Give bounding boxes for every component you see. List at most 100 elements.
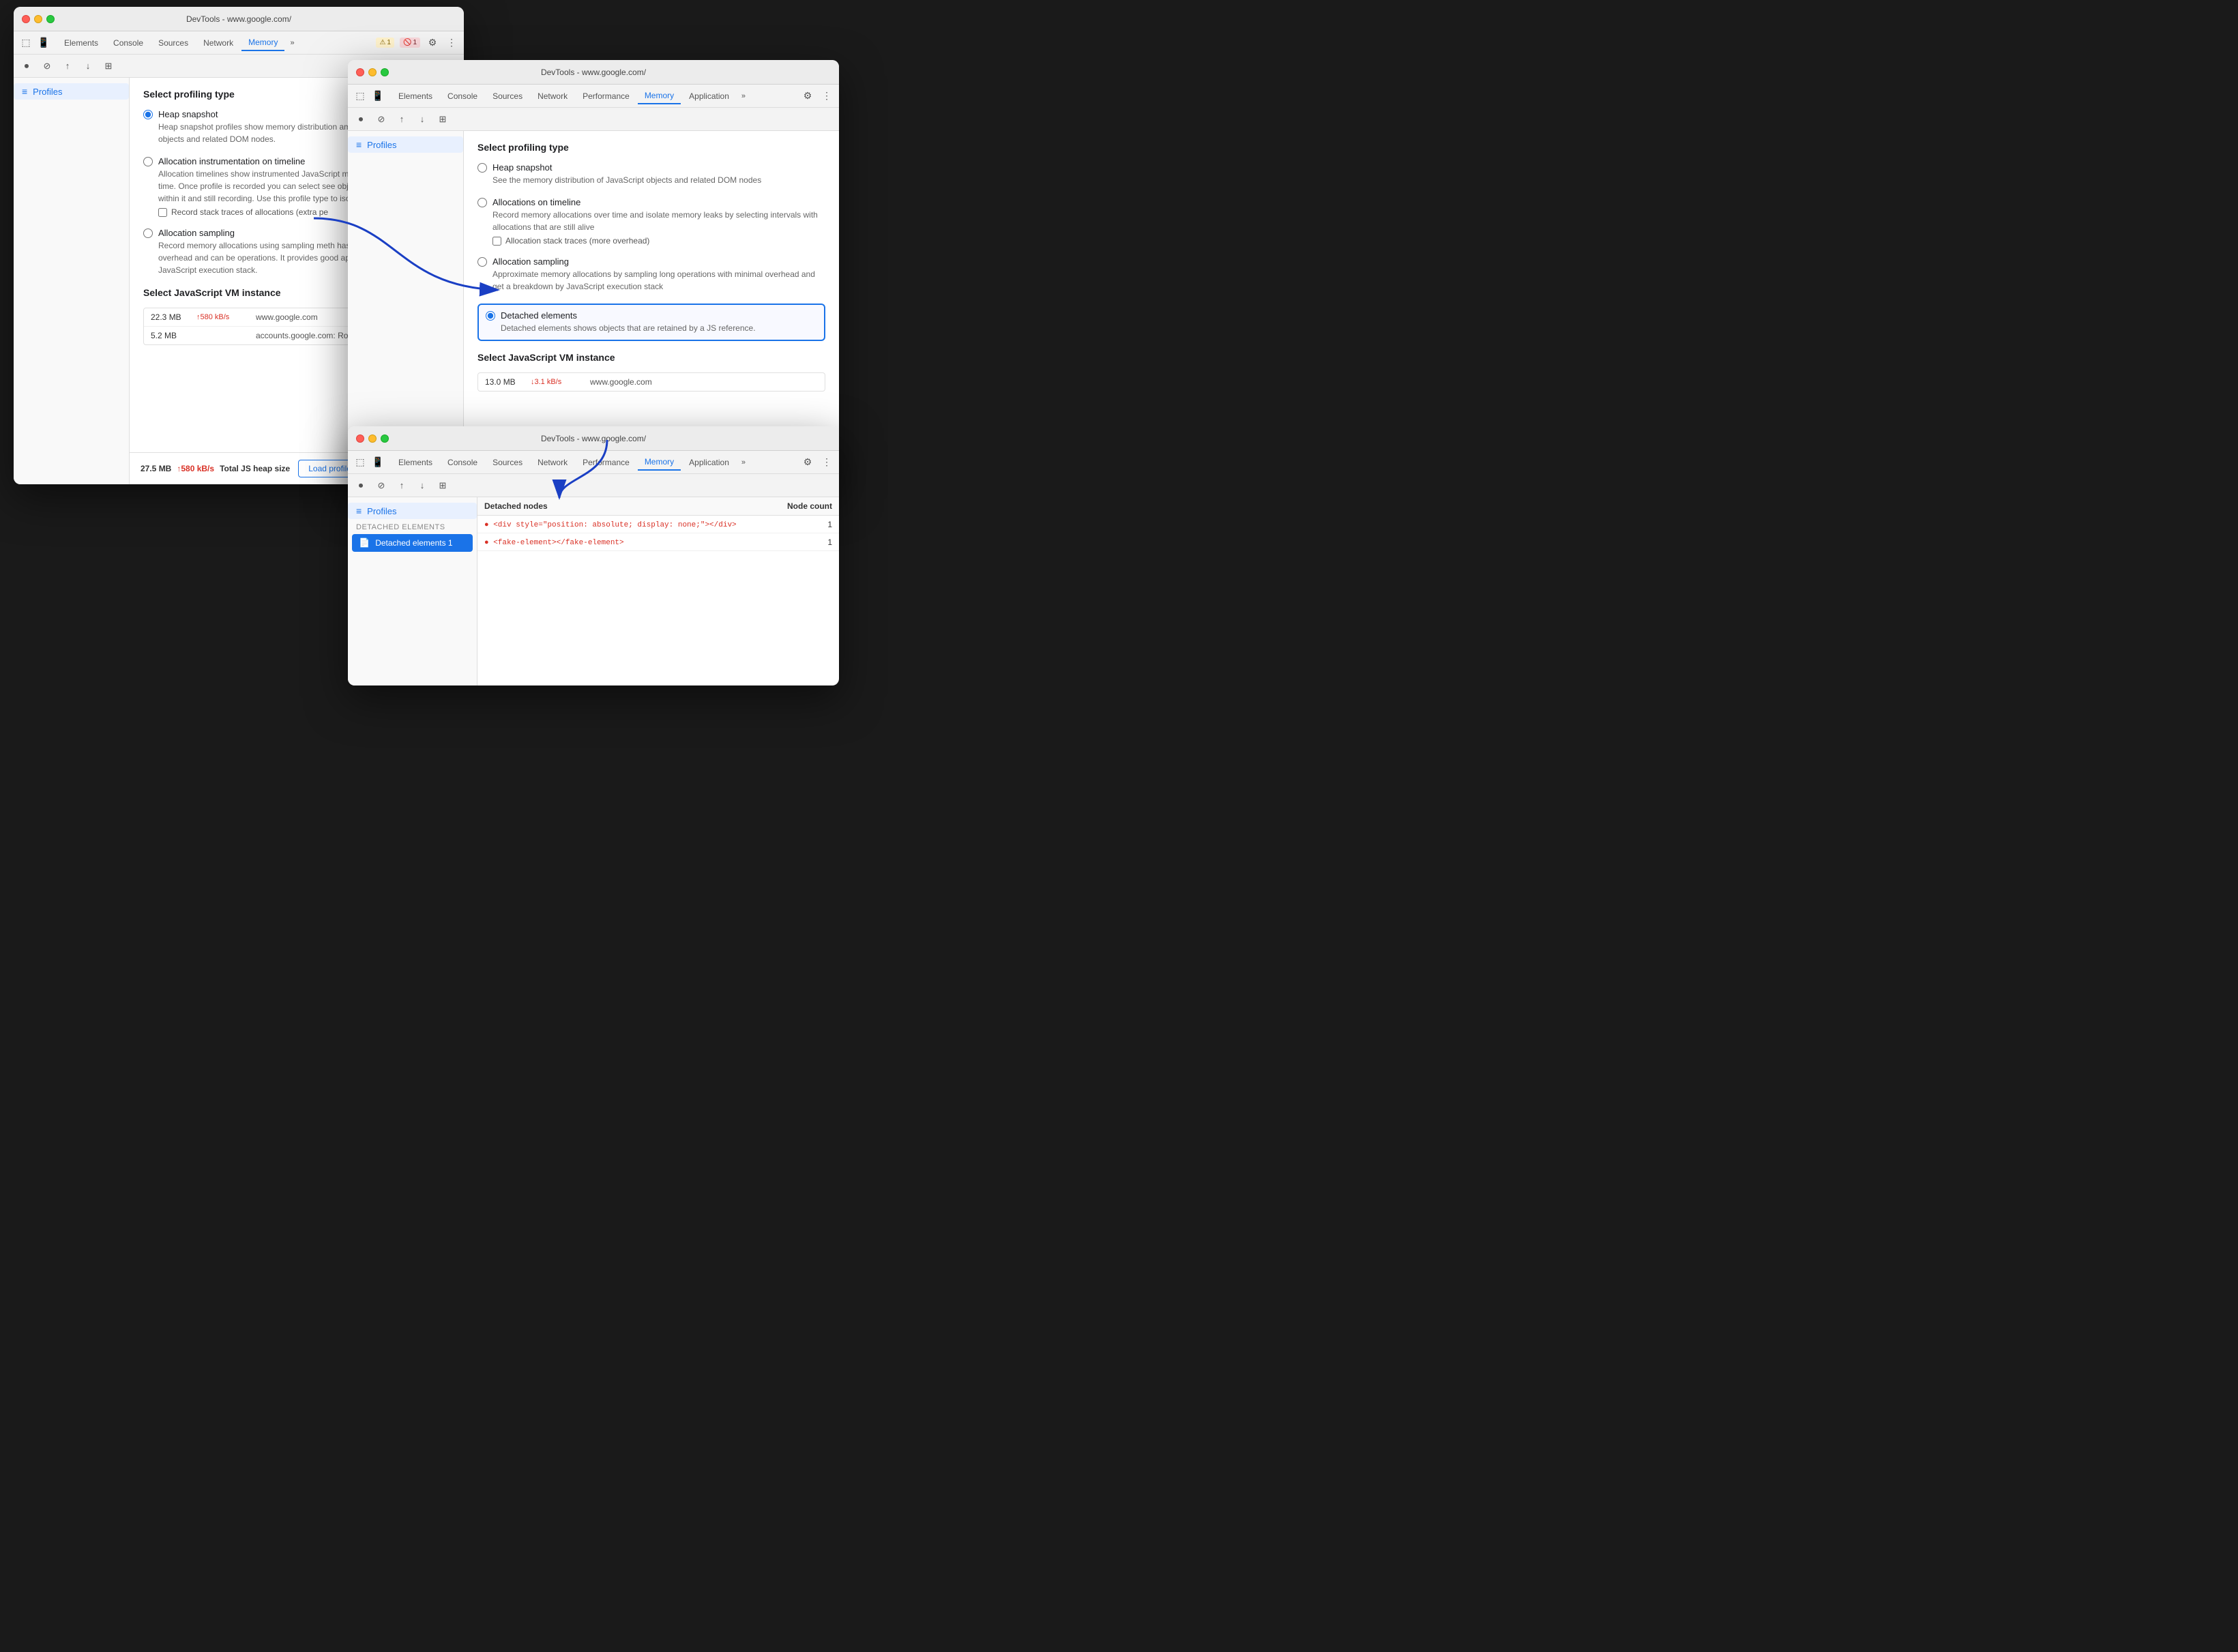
traffic-lights-3 <box>356 434 389 443</box>
more-icon-2[interactable]: ⋮ <box>820 89 834 103</box>
tab-sources-1[interactable]: Sources <box>151 35 195 50</box>
allocation-sampling-option-2[interactable]: Allocation sampling Approximate memory a… <box>477 256 825 293</box>
allocation-sampling-radio-2[interactable] <box>477 257 487 267</box>
settings-icon-2[interactable]: ⚙ <box>801 89 814 103</box>
download-icon-2[interactable]: ↓ <box>415 112 430 127</box>
stop-icon-3[interactable]: ⊘ <box>374 478 389 493</box>
sidebar-item-profiles-3[interactable]: ≡ Profiles <box>348 503 477 519</box>
tab-more-3[interactable]: » <box>737 456 750 469</box>
record-icon-3[interactable]: ⏺ <box>353 478 368 493</box>
sidebar-item-profiles-1[interactable]: ≡ Profiles <box>14 83 129 100</box>
window-title-3: DevTools - www.google.com/ <box>541 434 646 443</box>
upload-icon[interactable]: ↑ <box>60 59 75 74</box>
tab-console-1[interactable]: Console <box>106 35 150 50</box>
allocation-sampling-label-2[interactable]: Allocation sampling <box>477 256 825 267</box>
clear-icon-2[interactable]: ⊞ <box>435 112 450 127</box>
tab-bar-icons-2: ⬚ 📱 <box>353 89 385 103</box>
tab-elements-3[interactable]: Elements <box>392 455 439 470</box>
warning-badge-1: ⚠ 1 <box>376 38 394 48</box>
vm-row-2-0[interactable]: 13.0 MB ↓3.1 kB/s www.google.com <box>478 373 825 391</box>
main-content-2: Select profiling type Heap snapshot See … <box>464 131 839 454</box>
tab-sources-3[interactable]: Sources <box>486 455 529 470</box>
tab-application-2[interactable]: Application <box>682 89 736 104</box>
heap-snapshot-radio[interactable] <box>143 110 153 119</box>
tab-performance-3[interactable]: Performance <box>576 455 636 470</box>
nodes-table: Detached nodes Node count ● <div style="… <box>477 497 839 551</box>
detached-elements-option[interactable]: Detached elements Detached elements show… <box>477 304 825 341</box>
stop-icon[interactable]: ⊘ <box>40 59 55 74</box>
minimize-button-2[interactable] <box>368 68 377 76</box>
devtools-body-3: ⏺ ⊘ ↑ ↓ ⊞ ≡ Profiles Detached elements 📄… <box>348 474 839 685</box>
minimize-button-3[interactable] <box>368 434 377 443</box>
tab-performance-2[interactable]: Performance <box>576 89 636 104</box>
heap-snapshot-label-2[interactable]: Heap snapshot <box>477 162 825 173</box>
tab-memory-1[interactable]: Memory <box>241 35 284 51</box>
maximize-button-2[interactable] <box>381 68 389 76</box>
maximize-button-1[interactable] <box>46 15 55 23</box>
minimize-button-1[interactable] <box>34 15 42 23</box>
close-button-1[interactable] <box>22 15 30 23</box>
tab-memory-3[interactable]: Memory <box>638 454 681 471</box>
settings-icon-1[interactable]: ⚙ <box>426 36 439 50</box>
stack-traces-checkbox[interactable] <box>158 208 167 217</box>
table-row-0[interactable]: ● <div style="position: absolute; displa… <box>477 516 839 533</box>
upload-icon-3[interactable]: ↑ <box>394 478 409 493</box>
table-row-1[interactable]: ● <fake-element></fake-element> 1 <box>477 533 839 551</box>
sidebar-1: ≡ Profiles <box>14 78 130 484</box>
detached-elements-radio[interactable] <box>486 311 495 321</box>
record-icon[interactable]: ⏺ <box>19 59 34 74</box>
allocations-timeline-option[interactable]: Allocations on timeline Record memory al… <box>477 197 825 246</box>
tab-sources-2[interactable]: Sources <box>486 89 529 104</box>
more-icon-3[interactable]: ⋮ <box>820 456 834 469</box>
traffic-lights-1 <box>22 15 55 23</box>
allocation-sampling-desc-2: Approximate memory allocations by sampli… <box>492 268 825 293</box>
close-button-2[interactable] <box>356 68 364 76</box>
tab-console-2[interactable]: Console <box>441 89 484 104</box>
alloc-stack-checkbox[interactable] <box>492 237 501 246</box>
tab-network-3[interactable]: Network <box>531 455 574 470</box>
inspect-icon-3[interactable]: ⬚ <box>353 456 367 469</box>
tab-elements-1[interactable]: Elements <box>57 35 105 50</box>
inspect-icon[interactable]: ⬚ <box>19 36 33 50</box>
allocation-sampling-radio[interactable] <box>143 228 153 238</box>
record-icon-2[interactable]: ⏺ <box>353 112 368 127</box>
tab-bar-1: ⬚ 📱 Elements Console Sources Network Mem… <box>14 31 464 55</box>
tab-memory-2[interactable]: Memory <box>638 88 681 104</box>
settings-icon-3[interactable]: ⚙ <box>801 456 814 469</box>
inspect-icon-2[interactable]: ⬚ <box>353 89 367 103</box>
profiles-icon-1: ≡ <box>22 86 27 97</box>
maximize-button-3[interactable] <box>381 434 389 443</box>
sidebar-item-profiles-2[interactable]: ≡ Profiles <box>348 136 463 153</box>
clear-icon-3[interactable]: ⊞ <box>435 478 450 493</box>
tab-network-1[interactable]: Network <box>196 35 240 50</box>
mobile-icon[interactable]: 📱 <box>37 36 50 50</box>
allocation-timeline-radio[interactable] <box>143 157 153 166</box>
tab-elements-2[interactable]: Elements <box>392 89 439 104</box>
download-icon[interactable]: ↓ <box>80 59 95 74</box>
vm-rate-0: ↑580 kB/s <box>196 313 248 321</box>
detached-elements-label[interactable]: Detached elements <box>486 310 817 321</box>
stack-traces-label: Record stack traces of allocations (extr… <box>171 207 328 217</box>
error-badge-1: 🚫 1 <box>400 38 420 48</box>
tab-application-3[interactable]: Application <box>682 455 736 470</box>
close-button-3[interactable] <box>356 434 364 443</box>
detached-elements-1-item[interactable]: 📄 Detached elements 1 <box>352 534 473 552</box>
upload-icon-2[interactable]: ↑ <box>394 112 409 127</box>
tab-console-3[interactable]: Console <box>441 455 484 470</box>
allocations-timeline-radio[interactable] <box>477 198 487 207</box>
clear-icon[interactable]: ⊞ <box>101 59 116 74</box>
tab-network-2[interactable]: Network <box>531 89 574 104</box>
mobile-icon-2[interactable]: 📱 <box>371 89 385 103</box>
mobile-icon-3[interactable]: 📱 <box>371 456 385 469</box>
allocations-timeline-label[interactable]: Allocations on timeline <box>477 197 825 207</box>
heap-snapshot-option-2[interactable]: Heap snapshot See the memory distributio… <box>477 162 825 186</box>
heap-snapshot-desc-2: See the memory distribution of JavaScrip… <box>492 174 825 186</box>
download-icon-3[interactable]: ↓ <box>415 478 430 493</box>
vm-url-0: www.google.com <box>256 312 318 322</box>
more-icon-1[interactable]: ⋮ <box>445 36 458 50</box>
tab-more-1[interactable]: » <box>286 36 298 50</box>
heap-snapshot-radio-2[interactable] <box>477 163 487 173</box>
allocations-timeline-desc: Record memory allocations over time and … <box>492 209 825 233</box>
stop-icon-2[interactable]: ⊘ <box>374 112 389 127</box>
tab-more-2[interactable]: » <box>737 89 750 103</box>
